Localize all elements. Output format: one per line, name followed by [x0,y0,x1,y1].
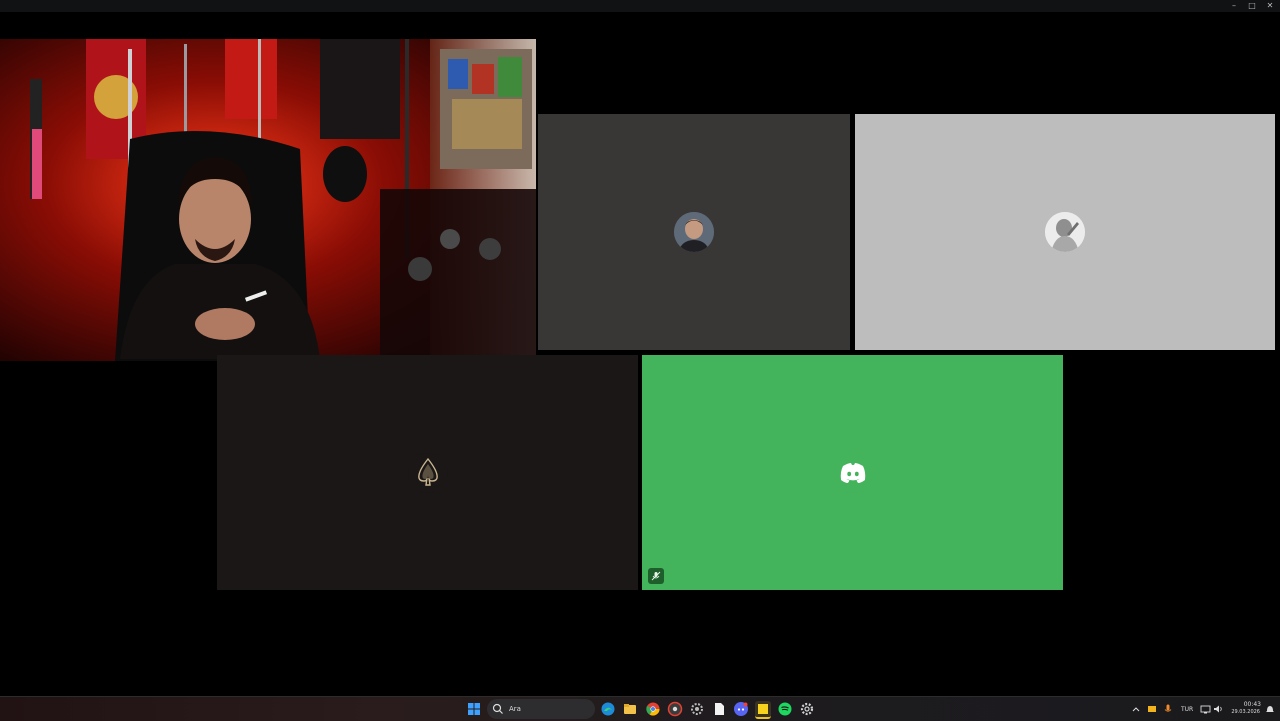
person-photo-icon [674,212,714,252]
chrome-icon[interactable] [645,701,661,717]
file-explorer-icon[interactable] [622,701,638,717]
user-avatar [832,452,873,493]
participant-tile-user2[interactable] [855,114,1275,350]
taskbar-search-box[interactable]: Ara [487,699,595,719]
participant-tile-user4[interactable] [642,355,1063,590]
user-avatar [674,212,714,252]
participant-tile-camera[interactable] [0,39,536,361]
user-avatar [407,452,448,493]
window-controls: – □ ✕ [1228,0,1276,12]
spotify-icon[interactable] [777,701,793,717]
microphone-icon[interactable] [1160,701,1176,717]
participant-tile-user3[interactable] [217,355,638,590]
discord-icon[interactable] [733,701,749,717]
show-hidden-icons-chevron-icon[interactable] [1128,701,1144,717]
chrome-alt-icon[interactable] [667,701,683,717]
settings-icon[interactable] [799,701,815,717]
tray-app-icon[interactable] [1144,701,1160,717]
user-avatar [1045,212,1085,252]
close-button[interactable]: ✕ [1264,0,1276,12]
participant-tile-user1[interactable] [538,114,850,350]
window-titlebar: – □ ✕ [0,0,1280,12]
clock-date[interactable]: 29.03.2026 [1226,709,1260,715]
microphone-muted-icon [648,568,664,584]
file-icon[interactable] [711,701,727,717]
maximize-button[interactable]: □ [1246,0,1258,12]
language-indicator[interactable]: TUR [1181,706,1193,713]
spade-icon [417,457,438,486]
camera-video-feed [0,39,536,361]
minimize-button[interactable]: – [1228,0,1240,12]
discord-logo-icon [840,462,865,483]
notification-bell-icon[interactable] [1262,701,1278,717]
statue-photo-icon [1045,212,1085,252]
settings-dark-icon[interactable] [689,701,705,717]
sticky-notes-icon[interactable] [755,701,771,719]
search-placeholder: Ara [509,705,521,713]
clock-time[interactable]: 00:43 [1231,701,1261,708]
edge-icon[interactable] [600,701,616,717]
start-button[interactable] [466,701,482,717]
windows-logo-icon [468,703,480,715]
search-icon [492,703,503,714]
volume-icon[interactable] [1210,701,1226,717]
windows-taskbar: Ara TUR 00:43 29.03.2026 [0,696,1280,721]
